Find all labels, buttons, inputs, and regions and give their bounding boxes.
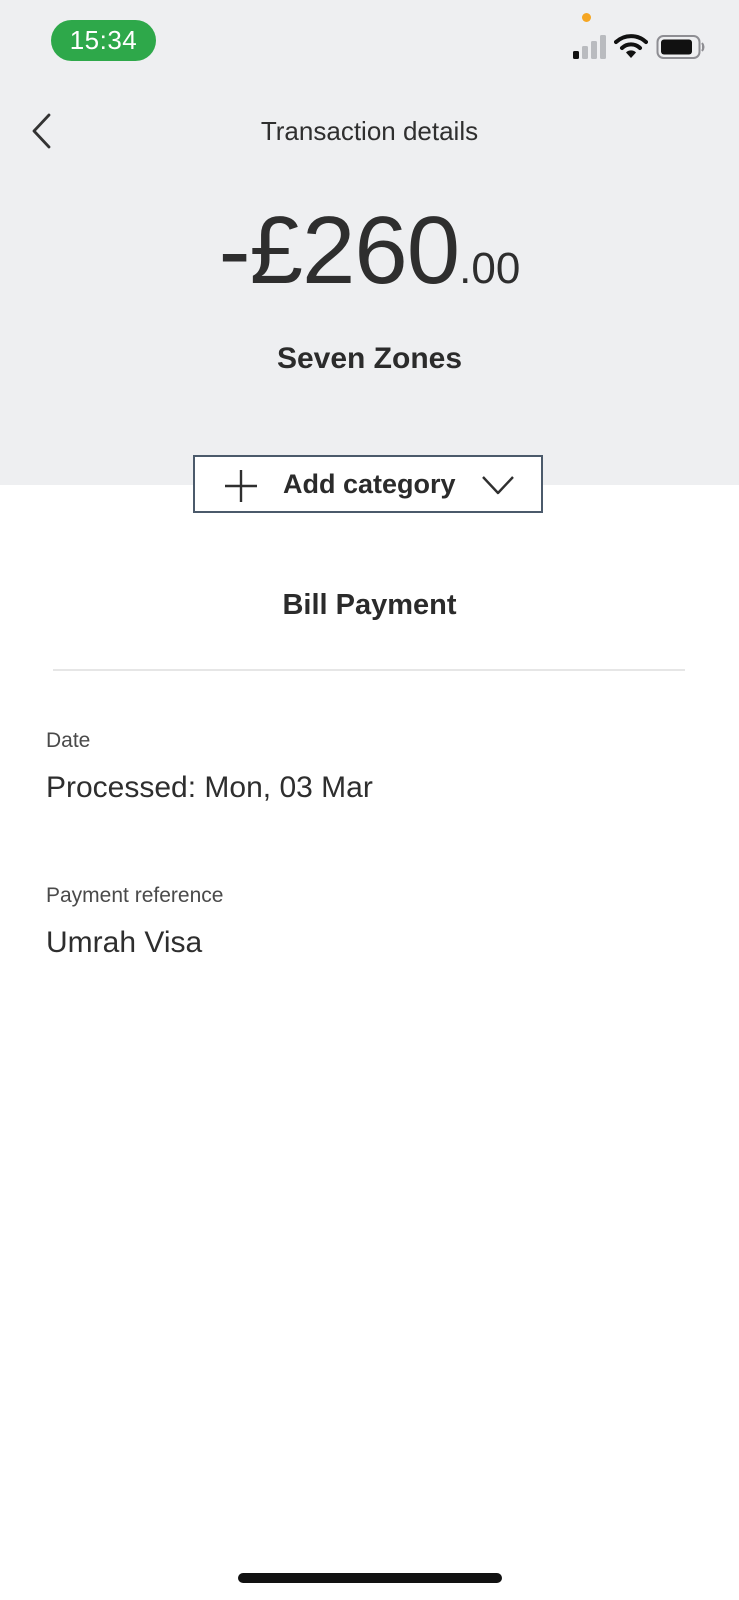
plus-icon bbox=[225, 470, 257, 502]
transaction-type: Bill Payment bbox=[282, 589, 457, 621]
status-bar-time: 15:34 bbox=[51, 20, 156, 61]
payment-reference-label: Payment reference bbox=[46, 884, 224, 907]
transaction-amount: -£260.00 bbox=[0, 196, 739, 324]
date-value: Processed: Mon, 03 Mar bbox=[46, 771, 373, 804]
cellular-signal-icon bbox=[573, 35, 606, 59]
battery-icon bbox=[656, 35, 705, 59]
payment-reference-value: Umrah Visa bbox=[46, 926, 203, 959]
amount-decimal: .00 bbox=[459, 244, 521, 293]
add-category-button[interactable]: Add category bbox=[193, 455, 543, 513]
amount-whole: -£260 bbox=[218, 197, 461, 304]
home-indicator[interactable] bbox=[238, 1573, 502, 1583]
privacy-indicator-dot bbox=[582, 13, 591, 22]
wifi-icon bbox=[614, 34, 648, 58]
merchant-name: Seven Zones bbox=[276, 342, 463, 375]
date-label: Date bbox=[46, 729, 91, 752]
add-category-label: Add category bbox=[283, 469, 456, 499]
section-divider bbox=[53, 669, 685, 671]
chevron-down-icon bbox=[482, 476, 514, 495]
page-title: Transaction details bbox=[260, 116, 479, 146]
